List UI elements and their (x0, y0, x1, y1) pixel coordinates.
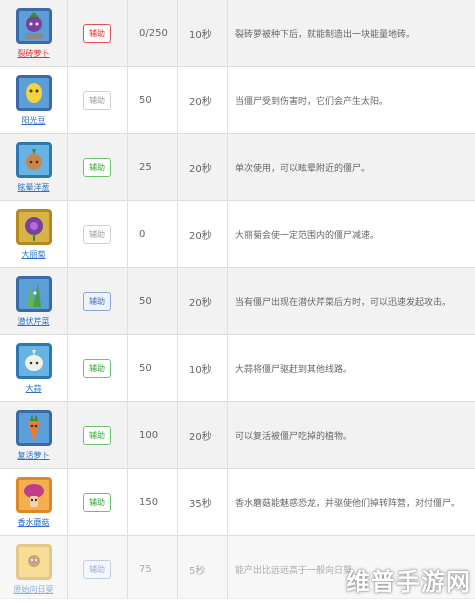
plant-cell: 潜伏芹菜 (0, 268, 67, 335)
type-badge: 辅助 (83, 225, 111, 244)
description: 大蒜将僵尸驱赶到其他线路。 (235, 365, 353, 375)
cooldown: 20秒 (189, 97, 212, 108)
plant-name-link[interactable]: 大蒜 (26, 383, 42, 394)
sun-bean-icon[interactable] (15, 75, 52, 111)
cooldown: 10秒 (189, 30, 212, 41)
plant-cell: 香水蘑菇 (0, 469, 67, 536)
sun-cost: 50 (139, 296, 152, 307)
plant-cell: 大丽菊 (0, 201, 67, 268)
sun-cost: 75 (139, 564, 152, 575)
sun-cost: 25 (139, 162, 152, 173)
column-divider (127, 0, 128, 599)
type-badge: 辅助 (83, 292, 111, 311)
description: 香水蘑菇能魅惑恐龙，并驱使他们掉转阵营，对付僵尸。 (235, 499, 461, 509)
table-row: 大蒜 辅助 50 10秒 大蒜将僵尸驱赶到其他线路。 (0, 335, 475, 402)
type-badge: 辅助 (83, 24, 111, 43)
sun-cost: 50 (139, 363, 152, 374)
sun-cost: 150 (139, 497, 159, 508)
column-divider (177, 0, 178, 599)
table-row: 香水蘑菇 辅助 150 35秒 香水蘑菇能魅惑恐龙，并驱使他们掉转阵营，对付僵尸… (0, 469, 475, 536)
celery-plant-icon[interactable] (15, 276, 52, 312)
cooldown: 20秒 (189, 231, 212, 242)
table-row: 潜伏芹菜 辅助 50 20秒 当有僵尸出现在潜伏芹菜后方时，可以迅速发起攻击。 (0, 268, 475, 335)
type-badge: 辅助 (83, 560, 111, 579)
plant-cell: 复活萝卜 (0, 402, 67, 469)
description: 裂砖萝被种下后，就能制造出一块能量地砖。 (235, 30, 416, 40)
dahlia-plant-icon[interactable] (15, 209, 52, 245)
column-divider (67, 0, 68, 599)
description: 当有僵尸出现在潜伏芹菜后方时，可以迅速发起攻击。 (235, 298, 452, 308)
plant-name-link[interactable]: 阳光豆 (22, 115, 46, 126)
plant-cell: 裂砖萝卜 (0, 0, 67, 67)
table-row: 复活萝卜 辅助 100 20秒 可以复活被僵尸吃掉的植物。 (0, 402, 475, 469)
plant-name-link[interactable]: 大丽菊 (22, 249, 46, 260)
type-badge: 辅助 (83, 91, 111, 110)
table-row: 阳光豆 辅助 50 20秒 当僵尸受到伤害时，它们会产生太阳。 (0, 67, 475, 134)
cooldown: 20秒 (189, 298, 212, 309)
plant-name-link[interactable]: 裂砖萝卜 (18, 48, 50, 59)
description: 当僵尸受到伤害时，它们会产生太阳。 (235, 97, 389, 107)
cooldown: 10秒 (189, 365, 212, 376)
description: 可以复活被僵尸吃掉的植物。 (235, 432, 353, 442)
cooldown: 20秒 (189, 164, 212, 175)
primal-sunflower-icon[interactable] (15, 544, 52, 580)
site-watermark: 维普手游网 (346, 568, 471, 596)
column-divider (227, 0, 228, 599)
table-row: 眩晕洋葱 辅助 25 20秒 单次使用，可以眩晕附近的僵尸。 (0, 134, 475, 201)
description: 单次使用，可以眩晕附近的僵尸。 (235, 164, 371, 174)
sun-cost: 100 (139, 430, 159, 441)
cooldown: 5秒 (189, 566, 206, 577)
plant-name-link[interactable]: 眩晕洋葱 (18, 182, 50, 193)
plant-name-link[interactable]: 香水蘑菇 (18, 517, 50, 528)
perfume-shroom-icon[interactable] (15, 477, 52, 513)
table-row: 裂砖萝卜 辅助 0/250 10秒 裂砖萝被种下后，就能制造出一块能量地砖。 (0, 0, 475, 67)
type-badge: 辅助 (83, 158, 111, 177)
plant-cell: 大蒜 (0, 335, 67, 402)
description: 大丽菊会使一定范围内的僵尸减速。 (235, 231, 380, 241)
type-badge: 辅助 (83, 426, 111, 445)
plant-name-link[interactable]: 复活萝卜 (18, 450, 50, 461)
radish-plant-icon[interactable] (15, 8, 52, 44)
onion-plant-icon[interactable] (15, 142, 52, 178)
cooldown: 20秒 (189, 432, 212, 443)
table-row: 大丽菊 辅助 0 20秒 大丽菊会使一定范围内的僵尸减速。 (0, 201, 475, 268)
sun-cost: 0 (139, 229, 146, 240)
sun-cost: 50 (139, 95, 152, 106)
carrot-plant-icon[interactable] (15, 410, 52, 446)
plant-name-link[interactable]: 潜伏芹菜 (18, 316, 50, 327)
garlic-plant-icon[interactable] (15, 343, 52, 379)
plant-cell: 原始向日葵 (0, 536, 67, 603)
plant-name-link[interactable]: 原始向日葵 (14, 584, 54, 595)
cooldown: 35秒 (189, 499, 212, 510)
plant-cell: 眩晕洋葱 (0, 134, 67, 201)
type-badge: 辅助 (83, 359, 111, 378)
type-badge: 辅助 (83, 493, 111, 512)
sun-cost: 0/250 (139, 28, 168, 39)
plant-cell: 阳光豆 (0, 67, 67, 134)
